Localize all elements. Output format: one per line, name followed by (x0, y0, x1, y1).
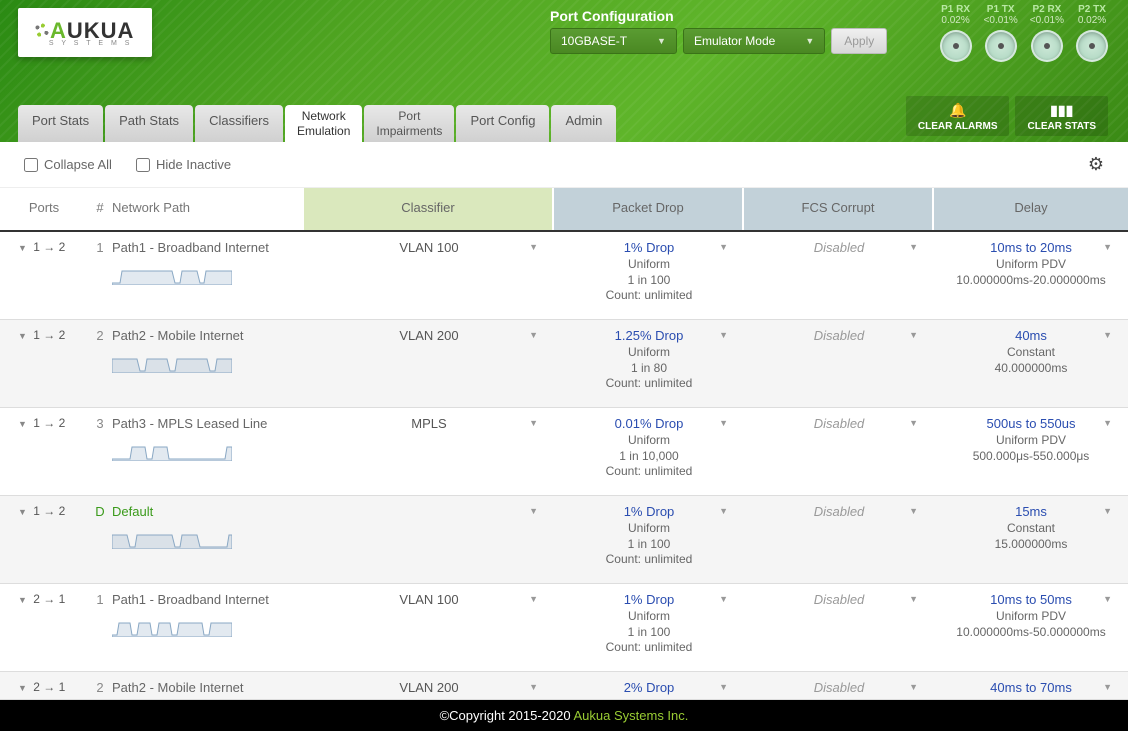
fcs-cell[interactable]: ▼Disabled (744, 672, 934, 699)
expand-icon[interactable]: ▼ (18, 419, 27, 429)
logo: AAUKUAUKUA S Y S T E M S (18, 8, 152, 57)
tab-classifiers[interactable]: Classifiers (195, 105, 283, 142)
clear-stats-button[interactable]: ▮▮▮CLEAR STATS (1015, 96, 1108, 136)
chevron-down-icon[interactable]: ▼ (909, 242, 918, 252)
table-row: ▼ 1 → 23Path3 - MPLS Leased Line▼MPLS▼0.… (0, 408, 1128, 496)
tab-admin[interactable]: Admin (551, 105, 616, 142)
expand-icon[interactable]: ▼ (18, 595, 27, 605)
packet-drop-cell[interactable]: ▼0.01% DropUniform1 in 10,000Count: unli… (554, 408, 744, 495)
chevron-down-icon[interactable]: ▼ (719, 242, 728, 252)
classifier-cell[interactable]: ▼VLAN 100 (304, 584, 554, 671)
chevron-down-icon[interactable]: ▼ (529, 506, 538, 516)
chevron-down-icon[interactable]: ▼ (529, 242, 538, 252)
port-config-title: Port Configuration (550, 8, 887, 24)
classifier-cell[interactable]: ▼VLAN 200 (304, 320, 554, 407)
collapse-all-checkbox[interactable]: Collapse All (24, 157, 112, 172)
delay-cell[interactable]: ▼10ms to 50msUniform PDV10.000000ms-50.0… (934, 584, 1128, 671)
path-name: Path1 - Broadband Internet (112, 584, 304, 671)
table-header: Ports # Network Path Classifier Packet D… (0, 188, 1128, 232)
chevron-down-icon[interactable]: ▼ (1103, 682, 1112, 692)
tab-port-stats[interactable]: Port Stats (18, 105, 103, 142)
packet-drop-cell[interactable]: ▼1% DropUniform1 in 100Count: unlimited (554, 232, 744, 319)
chevron-down-icon[interactable]: ▼ (719, 682, 728, 692)
classifier-cell[interactable]: ▼MPLS (304, 408, 554, 495)
path-name: Path2 - Mobile Internet (112, 672, 304, 699)
gear-icon[interactable]: ⚙ (1088, 154, 1104, 175)
chevron-down-icon[interactable]: ▼ (529, 594, 538, 604)
chevron-down-icon[interactable]: ▼ (909, 418, 918, 428)
chevron-down-icon[interactable]: ▼ (719, 594, 728, 604)
delay-cell[interactable]: ▼15msConstant15.000000ms (934, 496, 1128, 583)
expand-icon[interactable]: ▼ (18, 507, 27, 517)
chevron-down-icon[interactable]: ▼ (909, 682, 918, 692)
mode-select[interactable]: Emulator Mode▼ (683, 28, 825, 54)
table-row: ▼ 1 → 21Path1 - Broadband Internet▼VLAN … (0, 232, 1128, 320)
tab-port-impairments[interactable]: PortImpairments (364, 105, 454, 142)
fcs-cell[interactable]: ▼Disabled (744, 408, 934, 495)
table-row: ▼ 1 → 2DDefault▼▼1% DropUniform1 in 100C… (0, 496, 1128, 584)
chevron-down-icon[interactable]: ▼ (1103, 330, 1112, 340)
classifier-cell[interactable]: ▼ (304, 496, 554, 583)
chevron-down-icon[interactable]: ▼ (1103, 506, 1112, 516)
tab-path-stats[interactable]: Path Stats (105, 105, 193, 142)
expand-icon[interactable]: ▼ (18, 243, 27, 253)
chevron-down-icon[interactable]: ▼ (909, 506, 918, 516)
packet-drop-cell[interactable]: ▼1% DropUniform1 in 100Count: unlimited (554, 496, 744, 583)
delay-cell[interactable]: ▼40msConstant40.000000ms (934, 320, 1128, 407)
chevron-down-icon[interactable]: ▼ (529, 418, 538, 428)
chevron-down-icon[interactable]: ▼ (1103, 594, 1112, 604)
tab-port-config[interactable]: Port Config (456, 105, 549, 142)
chevron-down-icon[interactable]: ▼ (1103, 418, 1112, 428)
tab-network-emulation[interactable]: NetworkEmulation (285, 105, 362, 142)
chevron-down-icon[interactable]: ▼ (909, 594, 918, 604)
footer: ©Copyright 2015-2020 Aukua Systems Inc. (0, 700, 1128, 731)
port-light-3: P2 TX0.02% (1076, 4, 1108, 62)
delay-cell[interactable]: ▼10ms to 20msUniform PDV10.000000ms-20.0… (934, 232, 1128, 319)
path-name: Path2 - Mobile Internet (112, 320, 304, 407)
apply-button[interactable]: Apply (831, 28, 887, 54)
path-name: Path3 - MPLS Leased Line (112, 408, 304, 495)
chevron-down-icon[interactable]: ▼ (1103, 242, 1112, 252)
table-row: ▼ 1 → 22Path2 - Mobile Internet▼VLAN 200… (0, 320, 1128, 408)
chevron-down-icon[interactable]: ▼ (909, 330, 918, 340)
fcs-cell[interactable]: ▼Disabled (744, 232, 934, 319)
chevron-down-icon[interactable]: ▼ (719, 418, 728, 428)
fcs-cell[interactable]: ▼Disabled (744, 496, 934, 583)
speed-select[interactable]: 10GBASE-T▼ (550, 28, 677, 54)
packet-drop-cell[interactable]: ▼1.25% DropUniform1 in 80Count: unlimite… (554, 320, 744, 407)
table-row: ▼ 2 → 12Path2 - Mobile Internet▼VLAN 200… (0, 672, 1128, 700)
port-light-1: P1 TX<0.01% (984, 4, 1018, 62)
chevron-down-icon[interactable]: ▼ (529, 682, 538, 692)
bell-icon: 🔔 (918, 102, 998, 119)
expand-icon[interactable]: ▼ (18, 683, 27, 693)
delay-cell[interactable]: ▼500us to 550usUniform PDV500.000μs-550.… (934, 408, 1128, 495)
delay-cell[interactable]: ▼40ms to 70ms (934, 672, 1128, 699)
chevron-down-icon[interactable]: ▼ (529, 330, 538, 340)
chevron-down-icon[interactable]: ▼ (719, 506, 728, 516)
clear-alarms-button[interactable]: 🔔CLEAR ALARMS (906, 96, 1010, 136)
expand-icon[interactable]: ▼ (18, 331, 27, 341)
path-name: Default (112, 496, 304, 583)
chevron-down-icon[interactable]: ▼ (719, 330, 728, 340)
packet-drop-cell[interactable]: ▼2% Drop (554, 672, 744, 699)
classifier-cell[interactable]: ▼VLAN 200 (304, 672, 554, 699)
packet-drop-cell[interactable]: ▼1% DropUniform1 in 100Count: unlimited (554, 584, 744, 671)
fcs-cell[interactable]: ▼Disabled (744, 584, 934, 671)
table-row: ▼ 2 → 11Path1 - Broadband Internet▼VLAN … (0, 584, 1128, 672)
port-light-0: P1 RX0.02% (940, 4, 972, 62)
fcs-cell[interactable]: ▼Disabled (744, 320, 934, 407)
footer-link[interactable]: Aukua Systems Inc. (574, 708, 689, 723)
hide-inactive-checkbox[interactable]: Hide Inactive (136, 157, 231, 172)
port-light-2: P2 RX<0.01% (1030, 4, 1064, 62)
classifier-cell[interactable]: ▼VLAN 100 (304, 232, 554, 319)
path-name: Path1 - Broadband Internet (112, 232, 304, 319)
bar-chart-icon: ▮▮▮ (1027, 102, 1096, 119)
